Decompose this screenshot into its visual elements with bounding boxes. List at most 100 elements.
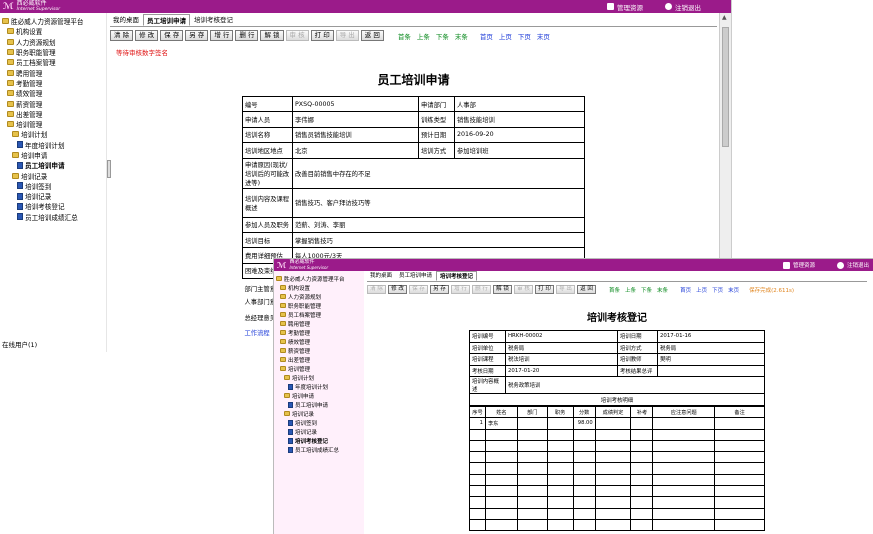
content-value[interactable]: 税务政策培训	[505, 376, 765, 395]
grid-cell[interactable]	[652, 496, 716, 509]
table-row[interactable]	[469, 485, 765, 498]
toolbar-button[interactable]: 修 改	[135, 30, 159, 41]
tree-item[interactable]: 员工培训成绩汇总	[2, 212, 106, 222]
toolbar-button[interactable]: 删 行	[235, 30, 259, 41]
tab-item[interactable]: 培训考核登记	[436, 271, 478, 281]
grid-cell[interactable]	[484, 451, 518, 464]
grid-cell[interactable]	[469, 473, 486, 487]
tree-item[interactable]: 培训记录	[2, 170, 106, 181]
teacher-value[interactable]: 樊明	[657, 353, 765, 366]
grid-cell[interactable]	[484, 485, 518, 498]
scroll-thumb[interactable]	[722, 27, 729, 147]
grid-cell[interactable]	[594, 473, 632, 487]
grid-cell[interactable]	[484, 507, 518, 520]
table-row[interactable]	[469, 473, 765, 487]
tree-item[interactable]: 聘用管理	[276, 319, 364, 328]
tab-item[interactable]: 我的桌面	[367, 271, 395, 281]
tree-item[interactable]: 出差管理	[2, 109, 106, 119]
toolbar-button[interactable]: 打 印	[310, 30, 334, 41]
tree-item[interactable]: 胜必威人力资源管理平台	[276, 274, 364, 283]
tree-item[interactable]: 职务职能管理	[2, 47, 106, 57]
toolbar-button[interactable]: 另 存	[430, 285, 449, 294]
grid-cell[interactable]	[546, 462, 574, 475]
reason-value[interactable]: 改善目前销售中存在的不足	[292, 157, 585, 189]
content-value[interactable]: 销售技巧、客户拜访技巧等	[292, 187, 585, 218]
toolbar-button[interactable]: 审 核	[514, 285, 533, 294]
tree-item[interactable]: 培训签到	[2, 181, 106, 191]
planned-date-value[interactable]: 2016-09-20	[454, 126, 585, 144]
toolbar-button[interactable]: 增 行	[210, 30, 234, 41]
grid-cell[interactable]	[714, 485, 765, 498]
grid-cell[interactable]	[572, 439, 596, 453]
grid-cell[interactable]: 98.00	[572, 417, 596, 430]
grid-cell[interactable]	[630, 507, 654, 520]
tree-item[interactable]: 薪资管理	[2, 98, 106, 109]
grid-cell[interactable]	[516, 451, 548, 464]
grid-cell[interactable]: 1	[469, 417, 486, 430]
place-value[interactable]: 北京	[292, 142, 419, 159]
tree-item[interactable]: 培训申请	[276, 391, 364, 400]
grid-cell[interactable]	[516, 485, 548, 498]
grid-cell[interactable]	[546, 507, 574, 520]
grid-cell[interactable]	[594, 428, 632, 441]
grid-cell[interactable]	[572, 462, 596, 475]
tree-item[interactable]: 员工培训申请	[2, 160, 106, 170]
grid-cell[interactable]	[714, 451, 765, 464]
tab-item[interactable]: 员工培训申请	[143, 14, 190, 26]
record-nav-link[interactable]: 末条	[455, 31, 468, 41]
grid-cell[interactable]	[594, 417, 632, 430]
record-nav-link[interactable]: 下页	[712, 286, 723, 294]
tree-item[interactable]: 培训管理	[276, 364, 364, 373]
table-row[interactable]	[469, 451, 765, 464]
manage-resource-link[interactable]: 管理资源	[782, 261, 815, 269]
toolbar-button[interactable]: 打 印	[535, 285, 554, 294]
grid-cell[interactable]	[546, 428, 574, 441]
grid-cell[interactable]	[630, 439, 654, 453]
grid-cell[interactable]	[469, 507, 486, 520]
grid-cell[interactable]	[714, 417, 765, 430]
record-nav-link[interactable]: 末页	[537, 31, 550, 41]
grid-cell[interactable]	[572, 518, 596, 532]
tree-item[interactable]: 职务职能管理	[276, 301, 364, 310]
grid-cell[interactable]	[572, 428, 596, 441]
tree-item[interactable]: 培训签到	[276, 418, 364, 427]
grid-cell[interactable]	[572, 496, 596, 509]
toolbar-button[interactable]: 另 存	[185, 30, 209, 41]
tree-item[interactable]: 员工培训成绩汇总	[276, 445, 364, 454]
grid-cell[interactable]	[630, 518, 654, 532]
toolbar-button[interactable]: 保 存	[160, 30, 184, 41]
tab-item[interactable]: 我的桌面	[110, 14, 142, 26]
grid-cell[interactable]	[652, 417, 716, 430]
table-row[interactable]	[469, 428, 765, 441]
toolbar-button[interactable]: 清 除	[367, 285, 386, 294]
grid-cell[interactable]	[484, 518, 518, 532]
grid-cell[interactable]	[714, 462, 765, 475]
toolbar-button[interactable]: 增 行	[451, 285, 470, 294]
table-row[interactable]	[469, 507, 765, 520]
record-nav-link[interactable]: 上条	[417, 31, 430, 41]
grid-cell[interactable]	[652, 518, 716, 532]
tree-item[interactable]: 考勤管理	[2, 78, 106, 88]
grid-cell[interactable]	[594, 518, 632, 532]
grid-cell[interactable]	[652, 473, 716, 487]
mode-value[interactable]: 税务局	[657, 341, 765, 355]
toolbar-button[interactable]: 清 除	[110, 30, 134, 41]
grid-cell[interactable]	[630, 428, 654, 441]
exam-result-value[interactable]	[657, 364, 765, 378]
grid-cell[interactable]	[484, 462, 518, 475]
unit-value[interactable]: 税务局	[505, 341, 618, 355]
people-value[interactable]: 范薪、刘涛、李丽	[292, 216, 585, 233]
grid-cell[interactable]	[546, 496, 574, 509]
grid-cell[interactable]	[714, 473, 765, 487]
tree-item[interactable]: 绩效管理	[2, 88, 106, 98]
record-nav-link[interactable]: 下条	[641, 286, 652, 294]
grid-cell[interactable]	[516, 417, 548, 430]
grid-cell[interactable]	[714, 518, 765, 532]
grid-cell[interactable]	[469, 451, 486, 464]
tab-item[interactable]: 培训考核登记	[191, 14, 236, 26]
grid-cell[interactable]	[516, 439, 548, 453]
grid-cell[interactable]	[652, 439, 716, 453]
toolbar-button[interactable]: 保 存	[409, 285, 428, 294]
tree-item[interactable]: 培训计划	[276, 373, 364, 382]
grid-cell[interactable]	[516, 507, 548, 520]
